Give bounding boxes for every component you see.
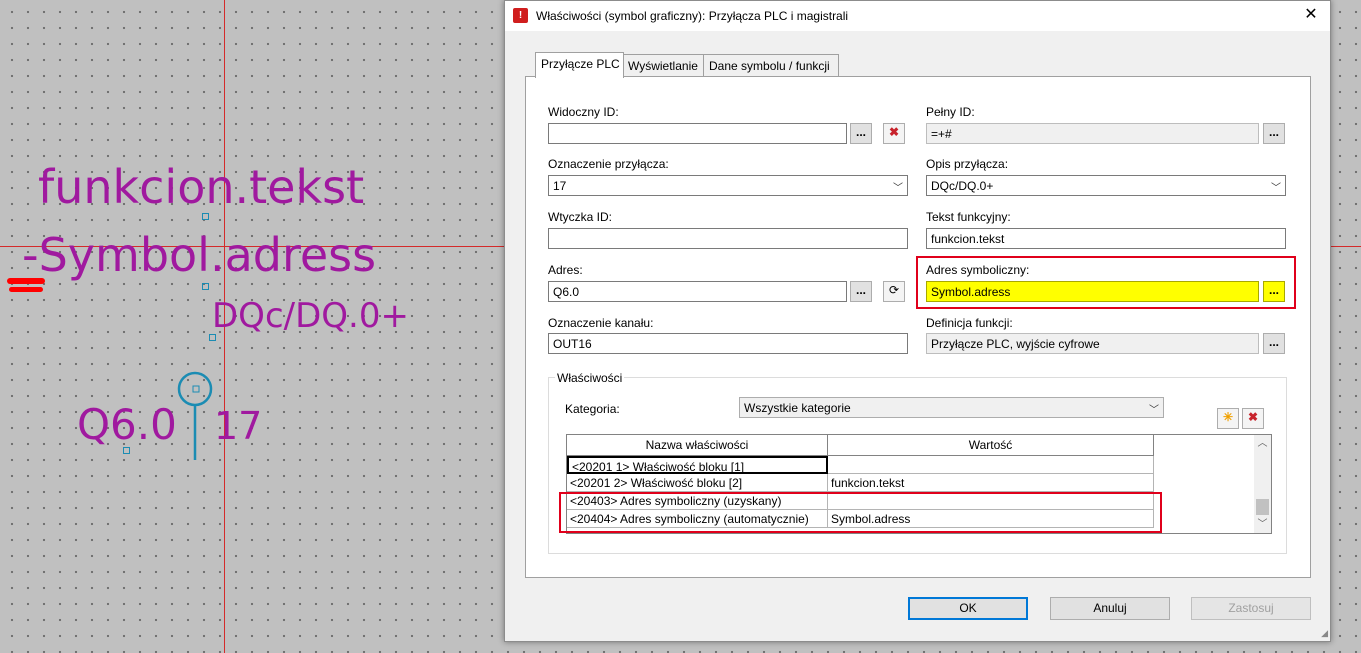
property-name-cell[interactable]: <20201 1> Właściwość bloku [1] (567, 456, 828, 474)
function-text-label: Tekst funkcyjny: (926, 210, 1011, 224)
new-property-icon[interactable]: ✳ (1217, 408, 1239, 429)
ok-button[interactable]: OK (908, 597, 1028, 620)
connection-description-dropdown[interactable]: DQc/DQ.0+ ﹀ (926, 175, 1286, 196)
property-name-cell[interactable]: <20201 2> Właściwość bloku [2] (567, 474, 828, 492)
address-field[interactable]: Q6.0 (548, 281, 847, 302)
channel-designation-label: Oznaczenie kanału: (548, 316, 654, 330)
scroll-down-icon[interactable]: ﹀ (1254, 516, 1271, 533)
canvas-address[interactable]: Q6.0 (77, 400, 177, 449)
function-text-field[interactable]: funkcion.tekst (926, 228, 1286, 249)
grip-handle[interactable] (123, 447, 130, 454)
grip-handle[interactable] (202, 283, 209, 290)
canvas-function-text[interactable]: funkcion.tekst (38, 160, 364, 214)
connection-designation-dropdown[interactable]: 17 ﹀ (548, 175, 908, 196)
symbolic-address-browse-button[interactable]: ... (1263, 281, 1285, 302)
address-browse-button[interactable]: ... (850, 281, 872, 302)
scrollbar-thumb[interactable] (1256, 499, 1269, 515)
visible-id-label: Widoczny ID: (548, 105, 619, 119)
chevron-down-icon: ﹀ (1271, 183, 1281, 194)
property-value-cell[interactable]: funkcion.tekst (828, 474, 1154, 492)
chevron-down-icon: ﹀ (893, 183, 903, 194)
plug-id-field[interactable] (548, 228, 908, 249)
grip-handle[interactable] (209, 334, 216, 341)
tab-display[interactable]: Wyświetlanie (622, 54, 704, 77)
visible-id-field[interactable] (548, 123, 847, 144)
eplan-app-icon: ! (513, 8, 528, 23)
chevron-down-icon: ﹀ (1149, 405, 1159, 416)
address-label: Adres: (548, 263, 583, 277)
plug-id-label: Wtyczka ID: (548, 210, 613, 224)
channel-designation-field[interactable]: OUT16 (548, 333, 908, 354)
column-header-name[interactable]: Nazwa właściwości (567, 435, 828, 456)
property-value-cell[interactable] (828, 456, 1154, 474)
tab-plc-connection[interactable]: Przyłącze PLC (535, 52, 624, 78)
symbolic-address-label: Adres symboliczny: (926, 263, 1030, 277)
category-value: Wszystkie kategorie (744, 401, 851, 415)
canvas-symbol-address[interactable]: -Symbol.adress (22, 228, 376, 282)
function-definition-field[interactable]: Przyłącze PLC, wyjście cyfrowe (926, 333, 1259, 354)
visible-id-browse-button[interactable]: ... (850, 123, 872, 144)
category-dropdown[interactable]: Wszystkie kategorie ﹀ (739, 397, 1164, 418)
cancel-button[interactable]: Anuluj (1050, 597, 1170, 620)
close-icon[interactable]: ✕ (1300, 4, 1322, 26)
function-definition-browse-button[interactable]: ... (1263, 333, 1285, 354)
properties-group-label: Właściwości (555, 371, 625, 385)
symbolic-address-field[interactable]: Symbol.adress (926, 281, 1259, 302)
delete-icon[interactable]: ✖ (883, 123, 905, 144)
connection-description-value: DQc/DQ.0+ (931, 179, 994, 193)
tab-symbol-function-data[interactable]: Dane symbolu / funkcji (703, 54, 839, 77)
delete-property-icon[interactable]: ✖ (1242, 408, 1264, 429)
resize-grip-icon[interactable]: ◢ (1321, 628, 1328, 639)
full-id-field[interactable]: =+# (926, 123, 1259, 144)
apply-button[interactable]: Zastosuj (1191, 597, 1311, 620)
category-label: Kategoria: (565, 402, 620, 416)
canvas-connection-number[interactable]: 17 (214, 404, 262, 448)
dialog-titlebar[interactable]: ! Właściwości (symbol graficzny): Przyłą… (505, 1, 1330, 31)
symbolic-address-rows-highlight (559, 492, 1162, 533)
connection-designation-label: Oznaczenie przyłącza: (548, 157, 669, 171)
function-definition-label: Definicja funkcji: (926, 316, 1013, 330)
connection-designation-value: 17 (553, 179, 567, 193)
plc-connection-symbol-icon[interactable] (176, 370, 218, 462)
properties-dialog: ! Właściwości (symbol graficzny): Przyłą… (504, 0, 1331, 642)
address-assign-icon[interactable]: ⟳ (883, 281, 905, 302)
dialog-title: Właściwości (symbol graficzny): Przyłącz… (536, 9, 849, 23)
full-id-browse-button[interactable]: ... (1263, 123, 1285, 144)
column-header-value[interactable]: Wartość (828, 435, 1154, 456)
canvas-connection-description[interactable]: DQc/DQ.0+ (212, 296, 409, 336)
grid-scrollbar[interactable]: ︿ ﹀ (1254, 435, 1271, 533)
scroll-up-icon[interactable]: ︿ (1254, 435, 1271, 452)
connection-description-label: Opis przyłącza: (926, 157, 1009, 171)
red-scribble-mark (7, 278, 45, 284)
full-id-label: Pełny ID: (926, 105, 975, 119)
grip-handle[interactable] (202, 213, 209, 220)
red-scribble-mark-2 (9, 287, 43, 292)
